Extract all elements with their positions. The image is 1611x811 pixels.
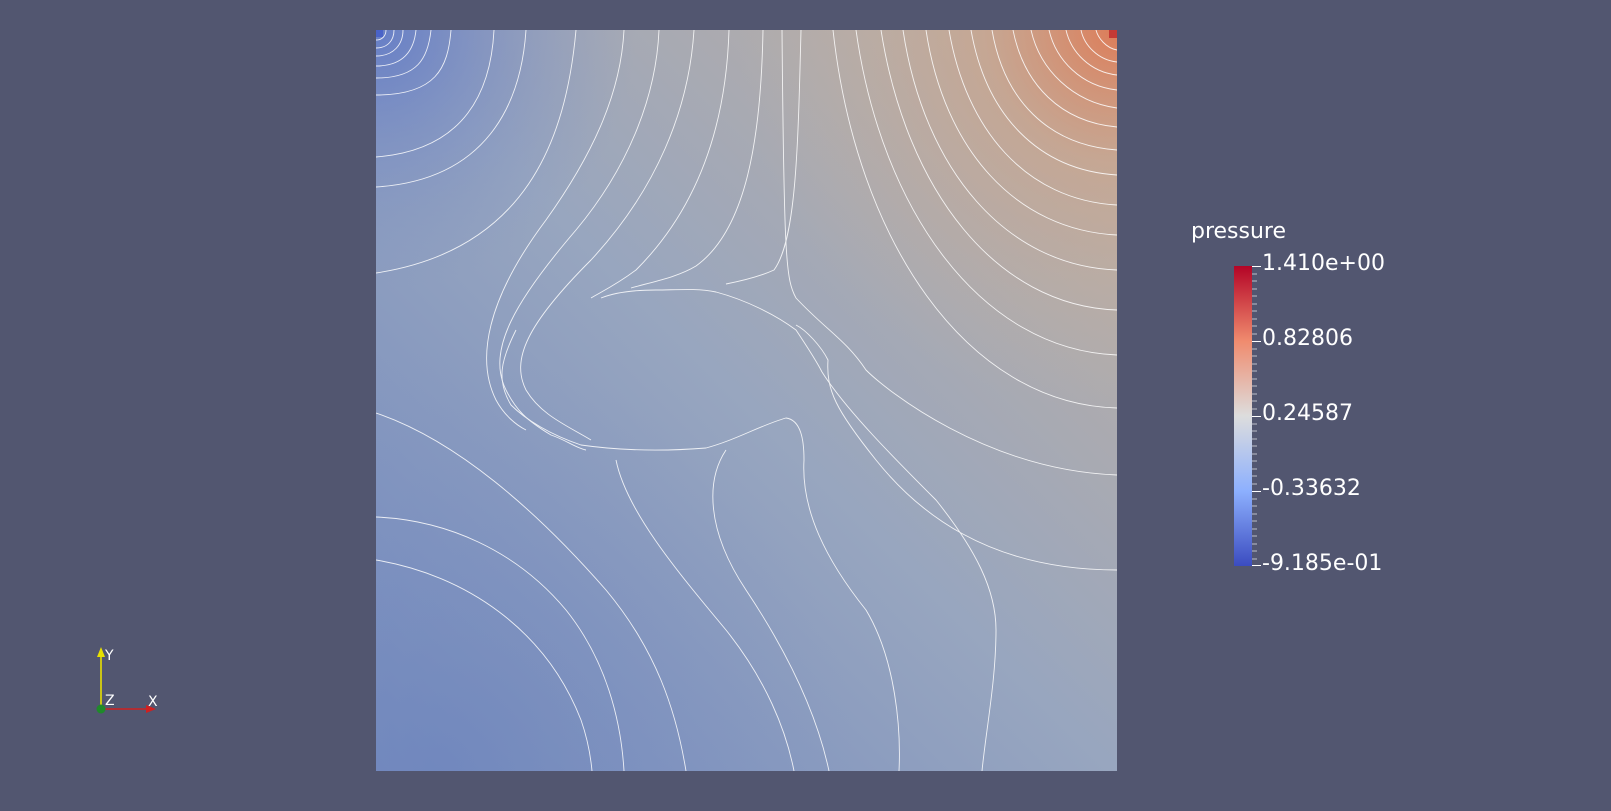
scalar-bar-colorbar[interactable] bbox=[1234, 266, 1252, 566]
z-axis-label: Z bbox=[105, 693, 115, 709]
corner-max-cell bbox=[1109, 30, 1117, 38]
orientation-axes[interactable]: Y Z X bbox=[86, 646, 166, 716]
scalar-bar-label-max: 1.410e+00 bbox=[1262, 251, 1385, 276]
pressure-field-plot[interactable] bbox=[376, 30, 1117, 771]
scalar-bar-ticks bbox=[1252, 266, 1261, 566]
x-axis-label: X bbox=[148, 694, 158, 710]
render-view[interactable]: pressure 1.410e+00 0.82806 0.24587 -0.33… bbox=[0, 0, 1611, 811]
scalar-bar-title: pressure bbox=[1191, 219, 1287, 244]
scalar-bar-label-mid: 0.24587 bbox=[1262, 401, 1353, 426]
corner-min-cell bbox=[376, 30, 383, 37]
y-axis-label: Y bbox=[104, 648, 114, 664]
scalar-bar-label-q3: 0.82806 bbox=[1262, 326, 1353, 351]
y-axis-arrow-icon bbox=[97, 647, 105, 657]
colorbar-gradient bbox=[1234, 266, 1252, 566]
scalar-bar-label-q1: -0.33632 bbox=[1262, 476, 1361, 501]
scalar-bar-label-min: -9.185e-01 bbox=[1262, 551, 1383, 576]
field-high-region-top-right bbox=[376, 30, 1117, 771]
